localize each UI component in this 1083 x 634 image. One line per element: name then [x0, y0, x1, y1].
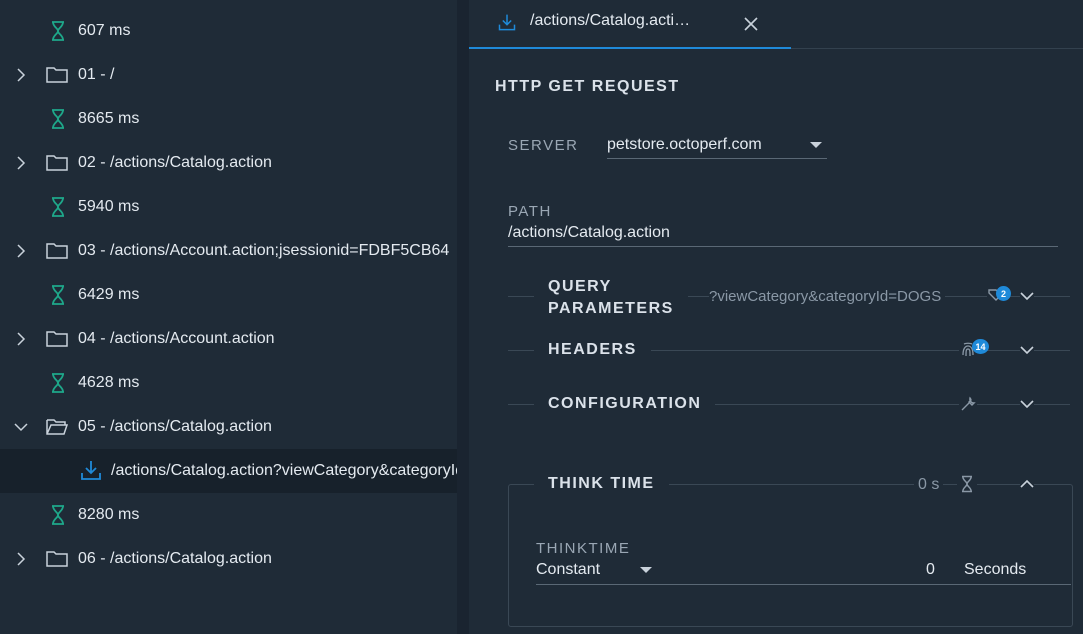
- chevron-right-icon[interactable]: [13, 551, 29, 567]
- server-select-underline: [607, 158, 827, 159]
- tree-item-label: 01 - /: [78, 66, 115, 83]
- tree-item-label: 03 - /actions/Account.action;jsessionid=…: [78, 242, 450, 259]
- chevron-right-icon[interactable]: [13, 331, 29, 347]
- path-underline: [508, 246, 1058, 247]
- thinktime-amount-input[interactable]: 0: [926, 561, 935, 579]
- download-request-icon: [81, 461, 101, 480]
- headers-count-badge: 14: [972, 339, 989, 354]
- chevron-right-icon[interactable]: [13, 67, 29, 83]
- chevron-down-icon[interactable]: [13, 419, 29, 435]
- folder-icon: [46, 155, 68, 171]
- tree-item-folder[interactable]: 03 - /actions/Account.action;jsessionid=…: [0, 229, 457, 273]
- tree-item-label: 607 ms: [78, 22, 131, 39]
- tree-item-timer[interactable]: 5940 ms: [0, 185, 457, 229]
- folder-icon: [46, 331, 68, 347]
- tree-item-folder-open[interactable]: 05 - /actions/Catalog.action: [0, 405, 457, 449]
- server-select-value[interactable]: petstore.octoperf.com: [607, 136, 762, 154]
- download-request-icon: [498, 14, 516, 31]
- tree-item-label: 4628 ms: [78, 374, 140, 391]
- tree-item-label: 06 - /actions/Catalog.action: [78, 550, 272, 567]
- thinktime-underline: [536, 584, 1071, 585]
- tree-item-timer[interactable]: 4628 ms: [0, 361, 457, 405]
- tree-item-timer[interactable]: 607 ms: [0, 9, 457, 53]
- folder-icon: [46, 551, 68, 567]
- tree-item-timer[interactable]: 8280 ms: [0, 493, 457, 537]
- hourglass-icon: [52, 109, 64, 129]
- tree-item-label: 8665 ms: [78, 110, 140, 127]
- chevron-right-icon[interactable]: [13, 155, 29, 171]
- scenario-tree: 607 ms 01 - / 8665 ms 02 - /actions/Cata…: [0, 0, 457, 634]
- configuration-header[interactable]: CONFIGURATION: [534, 395, 716, 413]
- tree-item-label: 02 - /actions/Catalog.action: [78, 154, 272, 171]
- tree-item-label: /actions/Catalog.action?viewCategory&cat…: [111, 462, 457, 479]
- folder-open-icon: [46, 419, 69, 435]
- hourglass-icon: [52, 505, 64, 525]
- tree-item-label: 8280 ms: [78, 506, 140, 523]
- headers-header[interactable]: HEADERS: [534, 341, 651, 359]
- path-input[interactable]: /actions/Catalog.action: [508, 224, 670, 242]
- query-parameters-label-line1: QUERY: [548, 278, 612, 295]
- tree-item-label: 5940 ms: [78, 198, 140, 215]
- server-label: SERVER: [508, 137, 579, 154]
- hourglass-icon: [957, 474, 977, 494]
- wrench-icon: [959, 395, 977, 413]
- tab-request[interactable]: /actions/Catalog.acti…: [469, 0, 791, 49]
- tree-item-folder[interactable]: 06 - /actions/Catalog.action: [0, 537, 457, 581]
- query-parameters-header[interactable]: QUERY PARAMETERS: [534, 276, 688, 320]
- tree-item-label: 05 - /actions/Catalog.action: [78, 418, 272, 435]
- close-icon[interactable]: [744, 17, 758, 31]
- query-count-badge: 2: [996, 286, 1011, 301]
- tree-item-folder[interactable]: 04 - /actions/Account.action: [0, 317, 457, 361]
- thinktime-type-select[interactable]: Constant: [536, 561, 600, 579]
- request-title: HTTP GET REQUEST: [495, 78, 680, 95]
- dropdown-arrow-icon[interactable]: [640, 567, 652, 573]
- think-time-header[interactable]: THINK TIME: [534, 475, 669, 493]
- dropdown-arrow-icon[interactable]: [810, 142, 822, 148]
- query-parameters-label-line2: PARAMETERS: [548, 300, 674, 317]
- hourglass-icon: [52, 373, 64, 393]
- request-editor: /actions/Catalog.acti… HTTP GET REQUEST …: [469, 0, 1083, 634]
- hourglass-icon: [52, 21, 64, 41]
- tree-item-label: 04 - /actions/Account.action: [78, 330, 275, 347]
- chevron-up-icon[interactable]: [1020, 479, 1034, 489]
- tree-item-timer[interactable]: 8665 ms: [0, 97, 457, 141]
- tree-item-folder[interactable]: 01 - /: [0, 53, 457, 97]
- chevron-right-icon[interactable]: [13, 243, 29, 259]
- hourglass-icon: [52, 285, 64, 305]
- tree-item-request[interactable]: /actions/Catalog.action?viewCategory&cat…: [0, 449, 457, 493]
- tab-bar: /actions/Catalog.acti…: [469, 0, 1083, 49]
- tab-label: /actions/Catalog.acti…: [530, 12, 691, 29]
- folder-icon: [46, 67, 68, 83]
- query-summary: ?viewCategory&categoryId=DOGS: [709, 288, 946, 305]
- tree-item-label: 6429 ms: [78, 286, 140, 303]
- path-label: PATH: [508, 203, 552, 220]
- tree-item-folder[interactable]: 02 - /actions/Catalog.action: [0, 141, 457, 185]
- chevron-down-icon[interactable]: [1020, 291, 1034, 301]
- think-time-summary: 0 s: [914, 476, 944, 494]
- tree-item-timer[interactable]: 6429 ms: [0, 273, 457, 317]
- chevron-down-icon[interactable]: [1020, 345, 1034, 355]
- folder-icon: [46, 243, 68, 259]
- hourglass-icon: [52, 197, 64, 217]
- chevron-down-icon[interactable]: [1020, 399, 1034, 409]
- thinktime-label: THINKTIME: [536, 540, 631, 557]
- thinktime-unit-select[interactable]: Seconds: [964, 561, 1026, 579]
